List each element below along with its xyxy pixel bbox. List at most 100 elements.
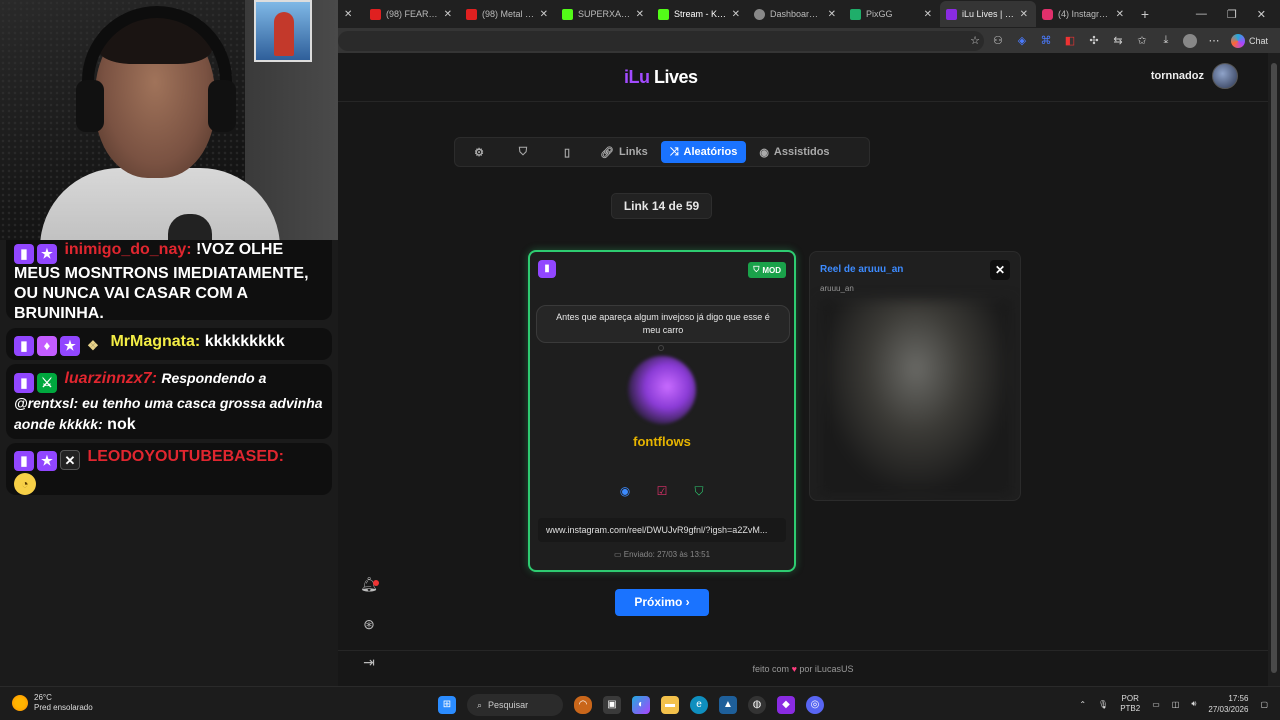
close-window-icon[interactable]: ✕	[1257, 8, 1266, 21]
browser-tab[interactable]: Dashboard - Liv ✕	[748, 1, 844, 27]
sun-icon	[12, 695, 28, 711]
page-scrollbar[interactable]	[1268, 53, 1280, 686]
address-bar[interactable]	[338, 31, 984, 51]
kick-favicon-icon	[658, 8, 669, 20]
temperature: 26°C	[34, 693, 52, 702]
close-tab-icon[interactable]: ✕	[1020, 9, 1028, 20]
headphone-left	[76, 80, 104, 132]
close-tab-icon[interactable]: ✕	[344, 9, 352, 20]
close-tab-icon[interactable]: ✕	[1116, 9, 1124, 20]
notification-center-icon[interactable]: ▢	[1260, 700, 1268, 709]
close-tab-icon[interactable]: ✕	[444, 9, 452, 20]
browser-tab[interactable]: PixGG ✕	[844, 1, 940, 27]
language-indicator[interactable]: POR PTB2	[1120, 694, 1140, 714]
profile-avatar[interactable]	[1182, 33, 1197, 48]
widget-icon[interactable]: ◠	[574, 696, 592, 714]
favorites-icon[interactable]: ✩	[1135, 34, 1149, 48]
download-icon[interactable]: ⤓	[1159, 34, 1173, 48]
tab-moderation[interactable]: ⛉	[503, 141, 543, 163]
scrollbar-thumb[interactable]	[1271, 63, 1277, 673]
bitwarden-icon[interactable]: ◈	[1015, 34, 1029, 48]
preview-title[interactable]: Reel de aruuu_an	[820, 264, 903, 275]
shield-icon[interactable]: ⛉	[692, 484, 707, 499]
browser-tab[interactable]: (98) Metal Instru ✕	[460, 1, 556, 27]
site-logo[interactable]: iLu Lives	[624, 67, 698, 88]
minimize-icon[interactable]: —	[1196, 8, 1207, 21]
close-tab-icon[interactable]: ✕	[636, 9, 644, 20]
keyboard-layout: PTB2	[1120, 704, 1141, 713]
tab-random[interactable]: ⤨ Aleatórios	[660, 141, 747, 163]
chat-text: nok	[107, 416, 136, 433]
app-icon[interactable]: ◆	[777, 696, 795, 714]
help-icon[interactable]: ⊛	[360, 615, 378, 633]
chat-reply: Respondendo a @rentxsl: eu tenho uma cas…	[14, 370, 323, 432]
chat-message: ▮ ★ ✕ LEODOYOUTUBEBASED: ◔	[6, 443, 332, 495]
star-badge-icon: ★	[37, 451, 57, 471]
tab-watched[interactable]: ◉ Assistidos	[750, 141, 838, 163]
headphone-right	[208, 80, 236, 132]
more-options-icon[interactable]: ⋯	[1207, 34, 1221, 48]
close-tab-icon[interactable]: ✕	[540, 9, 548, 20]
discord-icon[interactable]: ◎	[806, 696, 824, 714]
browser-tab[interactable]: ✕	[338, 1, 364, 27]
next-button[interactable]: Próximo ›	[615, 589, 709, 616]
footer-text: feito com	[752, 664, 790, 674]
globe-favicon-icon	[754, 8, 765, 20]
obs-icon[interactable]: ◍	[748, 696, 766, 714]
chat-message: ▮ ★ inimigo_do_nay: !VOZ OLHE MEUS MOSNTR…	[6, 240, 332, 322]
tab-links[interactable]: 🔗︎ Links	[591, 141, 657, 163]
link-url[interactable]: www.instagram.com/reel/DWUJvR9gfnl/?igsh…	[538, 518, 786, 542]
user-avatar	[1212, 63, 1238, 89]
network-icon[interactable]: ◫	[1172, 700, 1180, 709]
check-square-icon[interactable]: ☑	[655, 484, 670, 499]
tab-settings[interactable]: ⚙	[459, 141, 499, 163]
browser-tab-bar: ✕ (98) FEAR THE C ✕ (98) Metal Instru ✕ SU…	[338, 0, 1280, 28]
browser-tab[interactable]: SUPERXANDAO ✕	[556, 1, 652, 27]
edge-icon[interactable]: e	[690, 696, 708, 714]
close-tab-icon[interactable]: ✕	[924, 9, 932, 20]
web-page: iLu Lives tornnadoz 🔔︎ ⊛ ⇥ ⚙ ⛉ ▯ 🔗︎ Links…	[338, 53, 1268, 686]
close-tab-icon[interactable]: ✕	[828, 9, 836, 20]
clock[interactable]: 17:56 27/03/2026	[1208, 693, 1248, 715]
microphone-icon[interactable]: 🎙︎	[1098, 700, 1108, 709]
display-icon[interactable]: ▭	[1152, 700, 1160, 709]
preview-card: Reel de aruuu_an aruuu_an ✕	[809, 251, 1021, 501]
chat-username: LEODOYOUTUBEBASED:	[87, 448, 284, 465]
browser-tab[interactable]: (4) Instagram ✕	[1036, 1, 1132, 27]
link-card: ▮ ⛉ MOD Antes que apareça algum invejoso …	[528, 250, 796, 572]
close-tab-icon[interactable]: ✕	[732, 9, 740, 20]
extension-icon[interactable]: ⚇	[991, 34, 1005, 48]
instagram-favicon-icon	[1042, 8, 1053, 20]
bookmark-star-icon[interactable]: ☆	[968, 33, 982, 47]
file-explorer-icon[interactable]: ▬	[661, 696, 679, 714]
date: 27/03/2026	[1208, 705, 1249, 714]
chat-username: inimigo_do_nay:	[64, 241, 192, 258]
browser-toolbar: ☆ ⚇ ◈ ⌘ ◧ ✣ ⇆ ✩ ⤓ ⋯ Chat	[338, 28, 1280, 53]
bookmark-icon: ▯	[563, 146, 571, 159]
puzzle-icon[interactable]: ✣	[1087, 34, 1101, 48]
browser-tab[interactable]: Stream - Kick Da ✕	[652, 1, 748, 27]
translate-icon[interactable]: ⌘	[1039, 34, 1053, 48]
weather-widget[interactable]: 26°C Pred ensolarado	[12, 693, 93, 713]
browser-tab[interactable]: (98) FEAR THE C ✕	[364, 1, 460, 27]
eye-icon[interactable]: ◉	[618, 484, 633, 499]
stream-chat: ▮ ★ inimigo_do_nay: !VOZ OLHE MEUS MOSNTR…	[0, 240, 338, 499]
copilot-chat-button[interactable]: Chat	[1230, 33, 1268, 48]
task-view-icon[interactable]: ▣	[603, 696, 621, 714]
taskbar-search[interactable]: ⌕ Pesquisar	[467, 694, 563, 716]
office-icon[interactable]: ◧	[1063, 34, 1077, 48]
user-menu[interactable]: tornnadoz	[1151, 63, 1238, 89]
tab-watched-label: Assistidos	[773, 146, 830, 158]
tab-saved[interactable]: ▯	[547, 141, 587, 163]
new-tab-button[interactable]: +	[1132, 6, 1158, 22]
browser-tab-active[interactable]: iLu Lives | React ✕	[940, 1, 1036, 27]
windows-start-icon[interactable]: ⊞	[438, 696, 456, 714]
photos-icon[interactable]: ▲	[719, 696, 737, 714]
copilot-icon[interactable]: ◐	[632, 696, 650, 714]
volume-icon[interactable]: 🔊︎	[1191, 699, 1196, 709]
split-screen-icon[interactable]: ⇆	[1111, 34, 1125, 48]
tray-chevron-icon[interactable]: ⌃	[1079, 700, 1086, 709]
restore-icon[interactable]: ❐	[1227, 8, 1237, 21]
chat-username: luarzinnzx7:	[64, 370, 157, 387]
close-preview-button[interactable]: ✕	[990, 260, 1010, 280]
